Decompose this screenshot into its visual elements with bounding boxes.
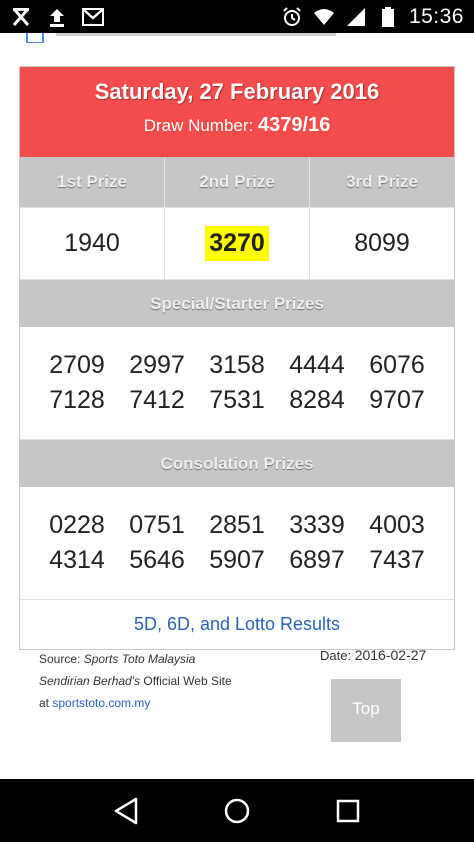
signal-icon (345, 6, 367, 28)
consolation-prize-number: 4314 (49, 546, 105, 574)
battery-icon (377, 6, 399, 28)
status-time: 15:36 (408, 4, 464, 28)
consolation-prizes-block: 0228 0751 2851 3339 4003 4314 5646 5907 … (20, 487, 454, 599)
draw-date: Saturday, 27 February 2016 (94, 79, 380, 104)
prize-value-row: 1940 3270 8099 (20, 207, 454, 279)
prize-header-row: 1st Prize 2nd Prize 3rd Prize (20, 157, 454, 207)
special-prize-number: 4444 (289, 351, 345, 379)
recents-square-icon (337, 799, 360, 822)
consolation-prize-number: 3339 (289, 511, 345, 539)
consolation-prizes-header: Consolation Prizes (20, 439, 454, 487)
draw-number-label: Draw Number: (143, 116, 254, 135)
status-bar: 15:36 (0, 0, 474, 33)
special-prize-number: 7531 (209, 386, 265, 414)
special-prizes-row: 7128 7412 7531 8284 9707 (20, 386, 454, 415)
consolation-prize-number: 6897 (289, 546, 345, 574)
wifi-icon (313, 6, 335, 28)
upload-icon (46, 6, 68, 28)
special-prizes-header: Special/Starter Prizes (20, 279, 454, 327)
date-value: 2016-02-27 (354, 647, 427, 663)
other-results-link[interactable]: 5D, 6D, and Lotto Results (20, 599, 454, 649)
first-prize-value: 1940 (64, 229, 120, 257)
top-button[interactable]: Top (331, 679, 401, 742)
special-prizes-row: 2709 2997 3158 4444 6076 (20, 351, 454, 380)
first-prize-value-cell: 1940 (20, 208, 165, 279)
header-text-clipped (56, 33, 336, 36)
draw-number-line: Draw Number: 4379/16 (20, 114, 454, 137)
app-logo-icon (26, 33, 44, 43)
third-prize-header: 3rd Prize (346, 172, 418, 191)
footer-date: Date: 2016-02-27 (320, 647, 426, 663)
back-button[interactable] (108, 793, 144, 829)
special-prize-number: 7412 (129, 386, 185, 414)
source-suffix: Official Web Site (140, 674, 232, 688)
special-prizes-block: 2709 2997 3158 4444 6076 7128 7412 7531 … (20, 327, 454, 439)
consolation-prize-number: 2851 (209, 511, 265, 539)
special-prize-number: 9707 (369, 386, 425, 414)
consolation-prize-number: 7437 (369, 546, 425, 574)
back-triangle-icon (114, 797, 137, 824)
consolation-prize-number: 0228 (49, 511, 105, 539)
special-prize-number: 7128 (49, 386, 105, 414)
second-prize-value: 3270 (205, 225, 269, 262)
consolation-prizes-row: 0228 0751 2851 3339 4003 (20, 511, 454, 540)
at-text: at (39, 696, 53, 710)
gmail-icon (82, 6, 104, 28)
alarm-icon (281, 6, 303, 28)
special-prize-number: 3158 (209, 351, 265, 379)
draw-number: 4379/16 (258, 114, 331, 136)
home-circle-icon (224, 798, 250, 823)
recents-button[interactable] (330, 793, 366, 829)
consolation-prize-number: 5907 (209, 546, 265, 574)
source-prefix: Source: (39, 652, 84, 666)
page-header-clipped (0, 33, 474, 43)
special-prize-number: 8284 (289, 386, 345, 414)
second-prize-value-cell: 3270 (165, 208, 310, 279)
source-name-2: Sendirian Berhad's (39, 674, 141, 688)
special-prize-number: 6076 (369, 351, 425, 379)
third-prize-value-cell: 8099 (310, 208, 454, 279)
screen: 15:36 Saturday, 27 February 2016 Draw Nu… (0, 0, 474, 842)
consolation-prize-number: 4003 (369, 511, 425, 539)
home-button[interactable] (219, 793, 255, 829)
x-notification-icon (10, 6, 32, 28)
results-card: Saturday, 27 February 2016 Draw Number: … (19, 66, 455, 650)
sportstoto-link[interactable]: sportstoto.com.my (52, 696, 150, 710)
source-name: Sports Toto Malaysia (83, 652, 196, 666)
third-prize-value: 8099 (354, 229, 410, 257)
consolation-prize-number: 5646 (129, 546, 185, 574)
navigation-bar (0, 779, 474, 842)
consolation-prize-number: 0751 (129, 511, 185, 539)
status-bar-left (10, 6, 104, 28)
special-prize-number: 2709 (49, 351, 105, 379)
special-prize-number: 2997 (129, 351, 185, 379)
status-bar-right: 15:36 (281, 5, 464, 29)
draw-header: Saturday, 27 February 2016 Draw Number: … (20, 67, 454, 157)
first-prize-header: 1st Prize (20, 157, 165, 207)
date-label: Date: (320, 648, 355, 663)
consolation-prizes-row: 4314 5646 5907 6897 7437 (20, 546, 454, 575)
second-prize-header: 2nd Prize (165, 157, 310, 207)
